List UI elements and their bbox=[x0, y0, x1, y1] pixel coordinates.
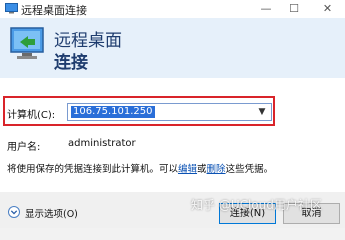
minimize-button[interactable]: — bbox=[252, 0, 280, 18]
close-button[interactable]: ✕ bbox=[310, 0, 345, 18]
title-bar: 远程桌面连接 — ☐ ✕ bbox=[0, 0, 345, 18]
note-prefix: 将使用保存的凭据连接到此计算机。可以 bbox=[7, 164, 179, 175]
header-banner: 远程桌面 连接 bbox=[0, 18, 345, 78]
footer-bar: 显示选项(O) 连接(N) 取消 bbox=[0, 192, 345, 228]
note-mid: 或 bbox=[197, 164, 207, 175]
credentials-note: 将使用保存的凭据连接到此计算机。可以编辑或删除这些凭据。 bbox=[7, 161, 273, 175]
connect-button[interactable]: 连接(N) bbox=[219, 203, 276, 224]
rdp-window: 远程桌面连接 — ☐ ✕ 远程桌面 连接 计算机(C): 106.75.101.… bbox=[0, 0, 345, 228]
chevron-down-icon[interactable]: ▼ bbox=[255, 105, 269, 119]
header-title-line2: 连接 bbox=[54, 53, 88, 73]
username-value: administrator bbox=[68, 138, 136, 149]
computer-label: 计算机(C): bbox=[7, 110, 56, 121]
remote-desktop-icon bbox=[5, 3, 18, 14]
window-title: 远程桌面连接 bbox=[21, 4, 87, 17]
edit-credentials-link[interactable]: 编辑 bbox=[178, 164, 197, 175]
username-label: 用户名: bbox=[7, 142, 41, 153]
delete-credentials-link[interactable]: 删除 bbox=[207, 164, 226, 175]
note-suffix: 这些凭据。 bbox=[225, 164, 274, 175]
chevron-down-circle-icon[interactable] bbox=[8, 206, 20, 218]
cancel-button[interactable]: 取消 bbox=[283, 203, 340, 224]
computer-combobox[interactable]: 106.75.101.250 ▼ bbox=[67, 103, 272, 121]
maximize-button[interactable]: ☐ bbox=[280, 0, 308, 18]
show-options-label[interactable]: 显示选项(O) bbox=[25, 206, 78, 220]
remote-desktop-logo-icon bbox=[10, 27, 44, 59]
computer-input[interactable]: 106.75.101.250 bbox=[71, 106, 155, 118]
